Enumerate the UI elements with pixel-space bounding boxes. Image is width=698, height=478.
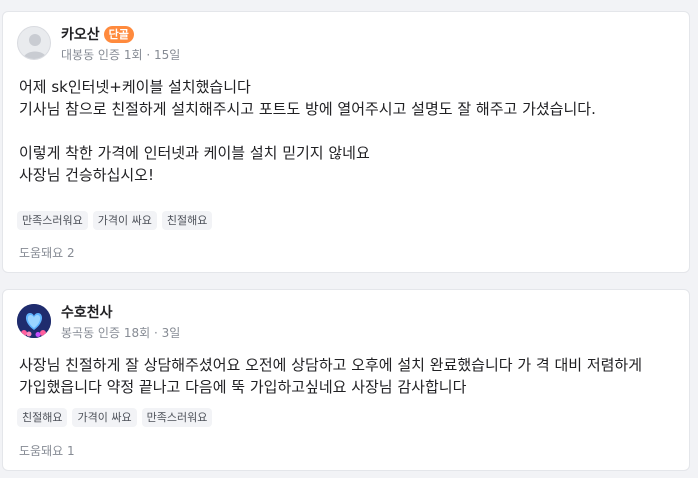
- default-avatar-icon: [23, 34, 47, 59]
- review-tag: 친절해요: [161, 211, 213, 230]
- review-tag: 만족스러워요: [17, 211, 88, 230]
- review-tag: 만족스러워요: [141, 408, 213, 427]
- review-body: 사장님 친절하게 잘 상담해주셨어요 오전에 상담하고 오후에 설치 완료했습니…: [19, 356, 647, 396]
- author-name[interactable]: 카오산: [61, 24, 100, 44]
- author-meta: 대봉동 인증 1회 · 15일: [61, 48, 181, 62]
- helpful-button[interactable]: 도움돼요 1: [19, 442, 75, 459]
- review-tags: 만족스러워요 가격이 싸요 친절해요: [17, 211, 213, 230]
- review-body: 어제 sk인터넷+케이블 설치했습니다 기사님 참으로 친절하게 설치해주시고 …: [19, 78, 596, 184]
- review-tags: 친절해요 가격이 싸요 만족스러워요: [17, 408, 213, 427]
- author-row: 카오산 단골: [61, 24, 134, 44]
- author-meta: 봉곡동 인증 18회 · 3일: [61, 326, 181, 340]
- author-row: 수호천사: [61, 302, 113, 322]
- regular-badge: 단골: [103, 25, 134, 43]
- review-tag: 가격이 싸요: [92, 211, 157, 230]
- review-tag: 친절해요: [17, 408, 68, 427]
- avatar[interactable]: [17, 26, 51, 60]
- profile-photo-icon: [17, 304, 51, 338]
- helpful-button[interactable]: 도움돼요 2: [19, 244, 75, 261]
- avatar[interactable]: [17, 304, 51, 338]
- review-card: 카오산 단골 대봉동 인증 1회 · 15일 어제 sk인터넷+케이블 설치했습…: [2, 11, 690, 273]
- author-name[interactable]: 수호천사: [61, 302, 113, 322]
- review-card: 수호천사 봉곡동 인증 18회 · 3일 사장님 친절하게 잘 상담해주셨어요 …: [2, 289, 690, 471]
- review-tag: 가격이 싸요: [72, 408, 137, 427]
